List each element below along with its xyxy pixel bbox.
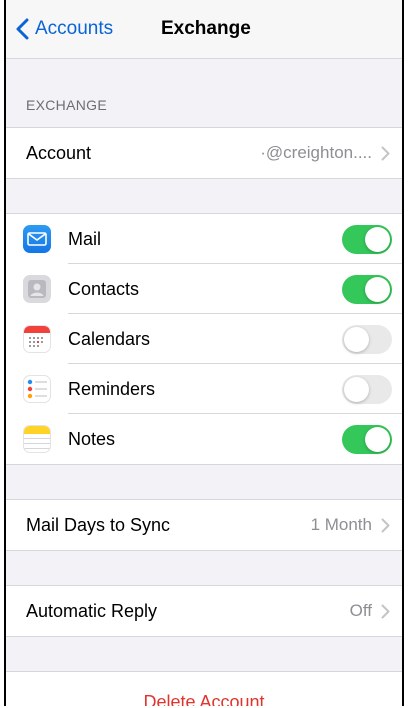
service-row-reminders: Reminders — [6, 364, 402, 414]
back-button[interactable]: Accounts — [16, 0, 113, 58]
mail-icon — [23, 225, 51, 253]
back-button-label: Accounts — [35, 18, 114, 39]
contacts-toggle[interactable] — [342, 275, 392, 304]
chevron-right-icon — [381, 146, 390, 161]
chevron-right-icon — [381, 604, 390, 619]
account-label: Account — [26, 142, 92, 163]
reminders-toggle[interactable] — [342, 375, 392, 404]
mail-toggle[interactable] — [342, 225, 392, 254]
delete-account-label: Delete Account — [143, 691, 265, 707]
delete-account-button[interactable]: Delete Account — [6, 671, 402, 706]
mail-days-label: Mail Days to Sync — [26, 514, 171, 535]
navigation-bar: Accounts Exchange — [6, 0, 402, 59]
toggle-knob — [344, 327, 369, 352]
mail-days-value: 1 Month — [310, 515, 372, 534]
mail-days-group: Mail Days to Sync 1 Month — [6, 499, 402, 551]
page-title: Exchange — [161, 18, 251, 39]
account-group: Account ·@creighton.... — [6, 127, 402, 179]
chevron-left-icon — [16, 18, 29, 40]
service-label-contacts: Contacts — [68, 278, 140, 299]
notes-icon — [23, 425, 51, 453]
auto-reply-row[interactable]: Automatic Reply Off — [6, 586, 402, 636]
calendars-toggle[interactable] — [342, 325, 392, 354]
calendar-icon — [23, 325, 51, 353]
settings-screen: Accounts Exchange EXCHANGE Account ·@cre… — [4, 0, 404, 706]
spacer — [6, 179, 402, 213]
service-label-calendars: Calendars — [68, 328, 151, 349]
service-row-mail: Mail — [6, 214, 402, 264]
account-row[interactable]: Account ·@creighton.... — [6, 128, 402, 178]
section-header-exchange: EXCHANGE — [6, 59, 402, 127]
auto-reply-value: Off — [349, 601, 372, 620]
service-label-reminders: Reminders — [68, 378, 156, 399]
reminders-icon — [23, 375, 51, 403]
auto-reply-label: Automatic Reply — [26, 600, 158, 621]
auto-reply-group: Automatic Reply Off — [6, 585, 402, 637]
spacer — [6, 637, 402, 671]
contacts-icon — [23, 275, 51, 303]
spacer — [6, 551, 402, 585]
toggle-knob — [365, 227, 390, 252]
service-row-calendars: Calendars — [6, 314, 402, 364]
toggle-knob — [365, 277, 390, 302]
service-row-notes: Notes — [6, 414, 402, 464]
spacer — [6, 465, 402, 499]
mail-days-row[interactable]: Mail Days to Sync 1 Month — [6, 500, 402, 550]
account-value: ·@creighton.... — [260, 143, 372, 162]
service-row-contacts: Contacts — [6, 264, 402, 314]
service-label-mail: Mail — [68, 228, 102, 249]
services-group: Mail Contacts Calendars Reminders Notes — [6, 213, 402, 465]
chevron-right-icon — [381, 518, 390, 533]
toggle-knob — [344, 377, 369, 402]
toggle-knob — [365, 427, 390, 452]
service-label-notes: Notes — [68, 428, 116, 449]
notes-toggle[interactable] — [342, 425, 392, 454]
